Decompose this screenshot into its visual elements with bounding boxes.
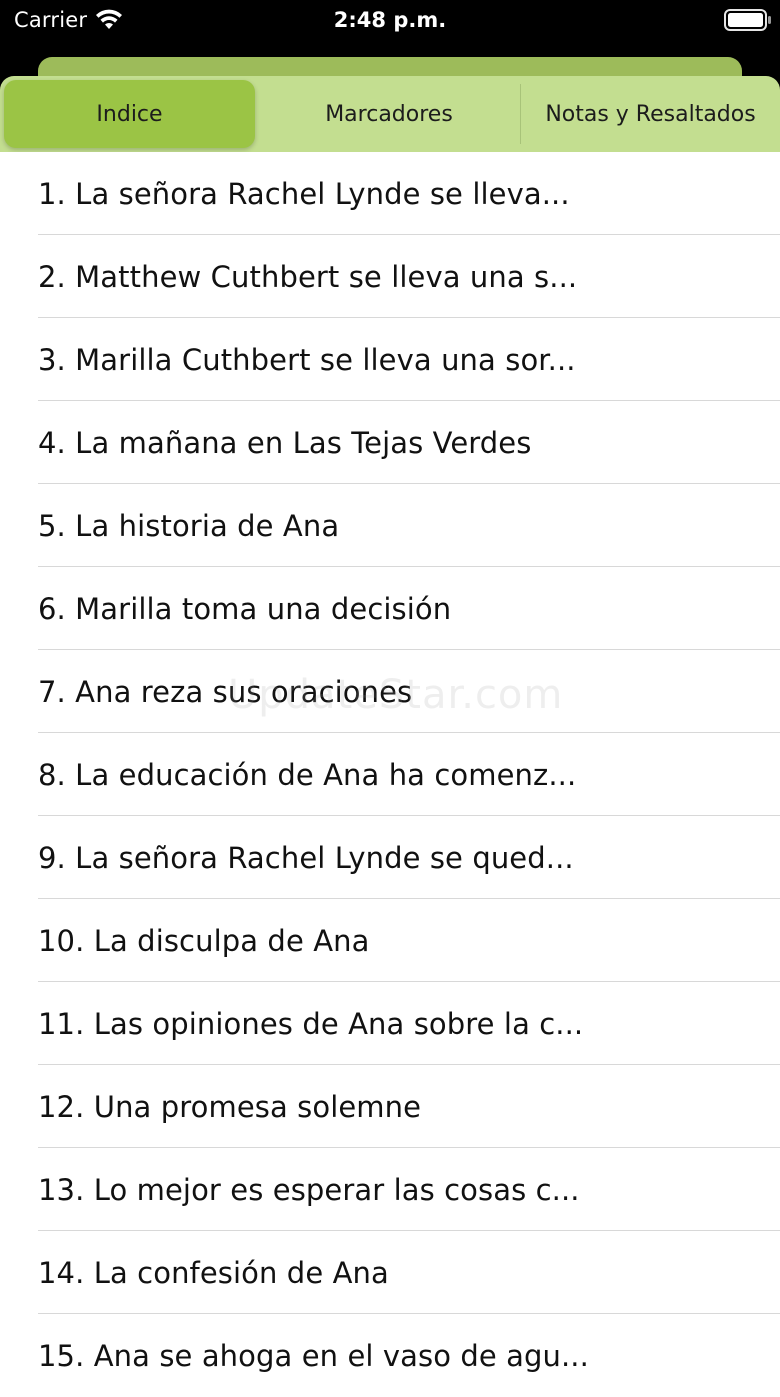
list-item[interactable]: 15. Ana se ahoga en el vaso de agu...	[0, 1314, 780, 1397]
status-time: 2:48 p.m.	[333, 8, 447, 32]
chapter-title: 13. Lo mejor es esperar las cosas c...	[38, 1172, 580, 1207]
chapter-title: 14. La confesión de Ana	[38, 1255, 389, 1290]
battery-icon	[724, 9, 771, 31]
list-item[interactable]: 8. La educación de Ana ha comenz...	[0, 733, 780, 816]
chapter-title: 9. La señora Rachel Lynde se qued...	[38, 840, 574, 875]
list-item[interactable]: 9. La señora Rachel Lynde se qued...	[0, 816, 780, 899]
list-item[interactable]: 12. Una promesa solemne	[0, 1065, 780, 1148]
list-item[interactable]: 3. Marilla Cuthbert se lleva una sor...	[0, 318, 780, 401]
chapter-title: 8. La educación de Ana ha comenz...	[38, 757, 577, 792]
list-item[interactable]: 5. La historia de Ana	[0, 484, 780, 567]
chapter-title: 6. Marilla toma una decisión	[38, 591, 452, 626]
list-item[interactable]: 4. La mañana en Las Tejas Verdes	[0, 401, 780, 484]
list-item[interactable]: 14. La confesión de Ana	[0, 1231, 780, 1314]
chapter-title: 3. Marilla Cuthbert se lleva una sor...	[38, 342, 576, 377]
tab-indice[interactable]: Indice	[4, 80, 255, 148]
status-bar: Carrier 2:48 p.m.	[0, 0, 780, 52]
chapter-list: 1. La señora Rachel Lynde se lleva... 2.…	[0, 152, 780, 1397]
chapter-title: 1. La señora Rachel Lynde se lleva...	[38, 176, 570, 211]
chapter-title: 12. Una promesa solemne	[38, 1089, 422, 1124]
tab-notas-label: Notas y Resaltados	[545, 101, 756, 127]
tab-marcadores-label: Marcadores	[325, 101, 453, 127]
tab-marcadores[interactable]: Marcadores	[258, 76, 520, 152]
chapter-title: 15. Ana se ahoga en el vaso de agu...	[38, 1338, 589, 1373]
tab-indice-label: Indice	[96, 101, 163, 127]
chapter-title: 11. Las opiniones de Ana sobre la c...	[38, 1006, 584, 1041]
section-tabs: Indice Marcadores Notas y Resaltados	[0, 76, 780, 152]
chapter-title: 10. La disculpa de Ana	[38, 923, 370, 958]
list-item[interactable]: 6. Marilla toma una decisión	[0, 567, 780, 650]
chapter-title: 5. La historia de Ana	[38, 508, 340, 543]
list-item[interactable]: 1. La señora Rachel Lynde se lleva...	[0, 152, 780, 235]
list-item[interactable]: 10. La disculpa de Ana	[0, 899, 780, 982]
chapter-title: 7. Ana reza sus oraciones	[38, 674, 413, 709]
list-item[interactable]: 13. Lo mejor es esperar las cosas c...	[0, 1148, 780, 1231]
list-item[interactable]: 11. Las opiniones de Ana sobre la c...	[0, 982, 780, 1065]
chapter-title: 2. Matthew Cuthbert se lleva una s...	[38, 259, 578, 294]
list-item[interactable]: 7. Ana reza sus oraciones	[0, 650, 780, 733]
tab-notas-y-resaltados[interactable]: Notas y Resaltados	[520, 84, 780, 144]
chapter-title: 4. La mañana en Las Tejas Verdes	[38, 425, 532, 460]
list-item[interactable]: 2. Matthew Cuthbert se lleva una s...	[0, 235, 780, 318]
